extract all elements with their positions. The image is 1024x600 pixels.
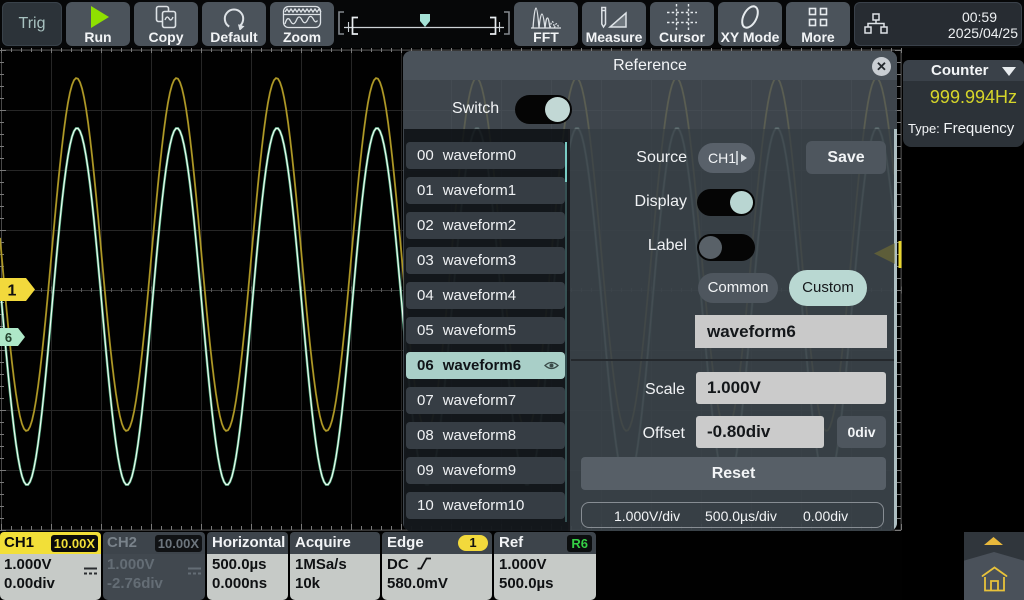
svg-text:6: 6 [5,330,12,345]
svg-text:1: 1 [8,283,17,300]
